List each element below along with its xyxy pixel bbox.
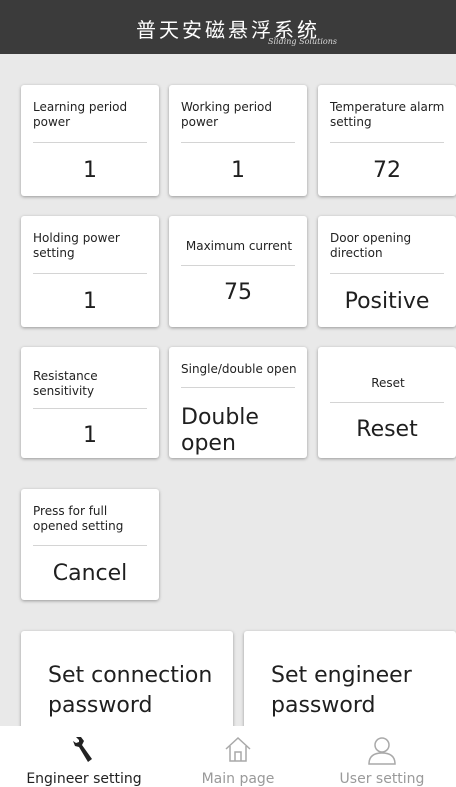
wrench-icon [72, 735, 96, 767]
card-divider [330, 142, 444, 143]
app-header: 普天安磁悬浮系统 Sliding Solutions [0, 0, 456, 54]
nav-user-setting[interactable]: User setting [308, 726, 456, 787]
card-divider [181, 142, 295, 143]
set-connection-password-label: Set connection password [48, 663, 213, 718]
bottom-nav: Engineer setting Main page User setting [0, 726, 456, 787]
card-label: Press for full opened setting [33, 504, 124, 533]
card-label: Temperature alarm setting [330, 100, 445, 129]
home-icon [223, 735, 253, 767]
door-opening-direction-card[interactable]: Door opening direction Positive [318, 216, 456, 327]
holding-power-setting-card[interactable]: Holding power setting 1 [21, 216, 159, 327]
nav-label: User setting [339, 771, 425, 787]
set-engineer-password-label: Set engineer password [271, 663, 412, 718]
app-subtitle: Sliding Solutions [268, 37, 337, 46]
card-label: Learning period power [33, 100, 128, 129]
card-divider [33, 408, 147, 409]
reset-button[interactable]: Reset [330, 417, 444, 443]
user-icon [367, 735, 397, 769]
resistance-sensitivity-card[interactable]: Resistance sensitivity 1 [21, 347, 159, 458]
full-opened-setting-card[interactable]: Press for full opened setting Cancel [21, 489, 159, 600]
nav-label: Main page [201, 771, 275, 787]
card-divider [330, 402, 444, 403]
card-value: Double open [181, 405, 259, 456]
card-value: Positive [344, 289, 430, 314]
card-divider [181, 387, 295, 388]
card-label: Single/double open [181, 362, 297, 376]
set-engineer-password-button[interactable]: Set engineer password [244, 631, 456, 731]
nav-engineer-setting[interactable]: Engineer setting [0, 726, 168, 787]
nav-main-page[interactable]: Main page [168, 726, 308, 787]
single-double-open-card[interactable]: Single/double open Double open [169, 347, 307, 458]
card-divider [33, 273, 147, 274]
app-title: 普天安磁悬浮系统 [136, 18, 320, 42]
card-divider [33, 142, 147, 143]
card-label: Working period power [181, 100, 272, 129]
card-divider [181, 265, 295, 266]
cancel-button[interactable]: Cancel [33, 561, 147, 587]
set-connection-password-button[interactable]: Set connection password [21, 631, 233, 731]
card-label: Holding power setting [33, 231, 120, 260]
working-period-power-card[interactable]: Working period power 1 [169, 85, 307, 196]
card-label: Maximum current [185, 239, 293, 253]
nav-label: Engineer setting [26, 771, 142, 787]
card-value: 75 [224, 280, 252, 305]
learning-period-power-card[interactable]: Learning period power 1 [21, 85, 159, 196]
card-divider [33, 545, 147, 546]
maximum-current-card[interactable]: Maximum current 75 [169, 216, 307, 327]
temperature-alarm-setting-card[interactable]: Temperature alarm setting 72 [318, 85, 456, 196]
card-value: 1 [231, 158, 245, 183]
card-value: 1 [83, 423, 97, 448]
card-label: Door opening direction [330, 231, 412, 260]
card-value: 72 [373, 158, 401, 183]
card-value: 1 [83, 289, 97, 314]
card-divider [330, 273, 444, 274]
card-label: Reset [371, 376, 405, 390]
card-value: 1 [83, 158, 97, 183]
card-label: Resistance sensitivity [33, 369, 98, 398]
reset-card[interactable]: Reset Reset [318, 347, 456, 458]
